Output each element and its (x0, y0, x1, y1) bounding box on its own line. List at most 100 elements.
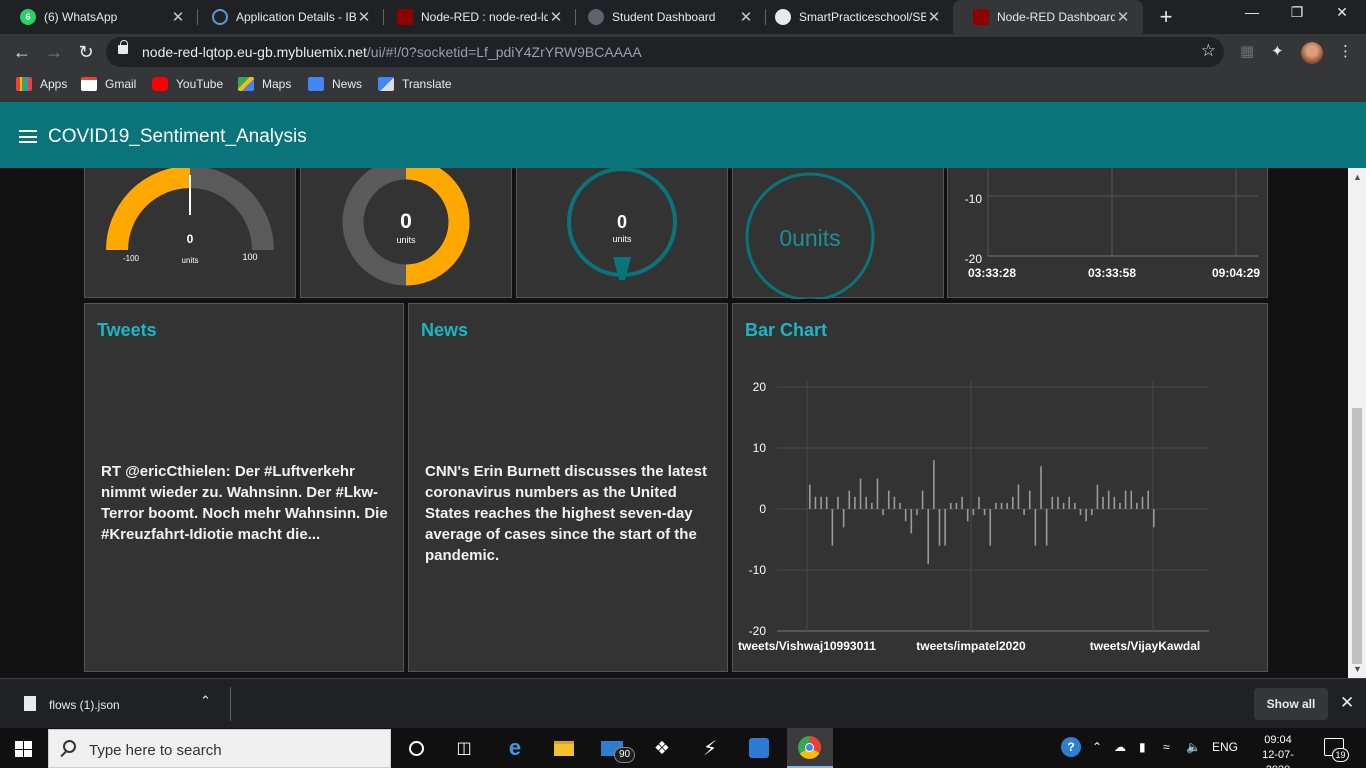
volume-icon[interactable]: 🔈 (1186, 740, 1201, 754)
chevron-up-icon[interactable]: ⌃ (200, 693, 211, 709)
bookmark-translate[interactable]: Translate (378, 77, 452, 91)
bar[interactable] (865, 496, 867, 509)
back-arrow-icon[interactable]: ← (10, 40, 34, 64)
bookmark-star-icon[interactable]: ☆ (1201, 41, 1216, 61)
extension-icon[interactable]: ▦ (1240, 42, 1254, 60)
chevron-up-icon[interactable]: ⌃ (1092, 740, 1102, 754)
bar[interactable] (1090, 509, 1093, 516)
windows-start-icon[interactable] (15, 741, 32, 757)
cortana-icon[interactable] (404, 736, 428, 760)
battery-icon[interactable]: ▮ (1139, 740, 1146, 754)
cloud-icon[interactable]: ☁ (1114, 740, 1126, 754)
bar[interactable] (1034, 509, 1037, 546)
bar[interactable] (854, 496, 856, 509)
bar[interactable] (1045, 509, 1048, 546)
wifi-icon[interactable]: ≈ (1163, 740, 1170, 754)
bar[interactable] (944, 509, 946, 546)
bar[interactable] (1023, 509, 1025, 516)
close-tab-icon[interactable]: ✕ (926, 8, 942, 26)
forward-arrow-icon[interactable]: → (42, 40, 66, 64)
close-tab-icon[interactable]: ✕ (738, 8, 754, 26)
tab-whatsapp[interactable]: 6 (6) WhatsApp ✕ (0, 0, 198, 34)
restore-icon[interactable]: ❐ (1282, 4, 1312, 21)
tab-github[interactable]: SmartPracticeschool/SB ✕ (755, 0, 954, 34)
bar[interactable] (916, 509, 918, 516)
bar[interactable] (820, 496, 822, 509)
bar[interactable] (1012, 496, 1014, 509)
bar[interactable] (876, 478, 879, 510)
bar[interactable] (848, 490, 851, 509)
bar[interactable] (887, 490, 890, 509)
bar[interactable] (978, 496, 980, 509)
bar[interactable] (1000, 502, 1003, 509)
close-download-bar-icon[interactable]: ✕ (1340, 693, 1354, 713)
help-icon[interactable]: ? (1061, 737, 1081, 757)
download-filename[interactable]: flows (1).json (49, 698, 120, 712)
bar[interactable] (871, 502, 873, 509)
profile-avatar[interactable] (1301, 42, 1323, 64)
bar[interactable] (1147, 490, 1149, 509)
bar[interactable] (1085, 509, 1087, 522)
bar[interactable] (904, 509, 907, 522)
close-tab-icon[interactable]: ✕ (170, 8, 186, 26)
dropbox-icon[interactable]: ❖ (650, 736, 674, 760)
puzzle-extensions-icon[interactable]: ✦ (1271, 42, 1284, 60)
bar[interactable] (837, 496, 839, 509)
bookmark-apps[interactable]: Apps (16, 77, 67, 91)
close-tab-icon[interactable]: ✕ (1115, 8, 1131, 26)
app-pin-icon[interactable]: ⚡ (698, 736, 722, 760)
bar[interactable] (949, 502, 952, 509)
hamburger-menu-icon[interactable] (19, 130, 37, 143)
bar[interactable] (814, 496, 817, 509)
bar[interactable] (933, 460, 935, 509)
bar[interactable] (1062, 502, 1065, 509)
bar[interactable] (1153, 509, 1155, 528)
bar[interactable] (955, 502, 958, 509)
bar[interactable] (1006, 502, 1008, 509)
edge-browser-icon[interactable]: e (503, 735, 527, 760)
new-tab-button[interactable]: + (1154, 4, 1178, 30)
file-explorer-icon[interactable] (552, 736, 576, 760)
bar[interactable] (983, 509, 986, 516)
bar[interactable] (893, 496, 896, 509)
scrollbar-thumb[interactable] (1352, 408, 1362, 664)
bar[interactable] (1079, 509, 1082, 516)
address-bar[interactable]: node-red-lqtop.eu-gb.mybluemix.net/ui/#!… (106, 37, 1224, 67)
bar[interactable] (1113, 496, 1116, 509)
bar[interactable] (989, 509, 992, 546)
bar[interactable] (966, 509, 969, 522)
bar[interactable] (1124, 490, 1127, 509)
bar[interactable] (938, 509, 941, 546)
scroll-down-arrow-icon[interactable]: ▼ (1353, 664, 1362, 674)
bar[interactable] (1096, 484, 1099, 509)
minimize-icon[interactable]: — (1237, 4, 1267, 20)
bar[interactable] (972, 509, 975, 516)
tab-node-red-editor[interactable]: Node-RED : node-red-lqtop ✕ (377, 0, 576, 34)
bar[interactable] (831, 509, 834, 546)
chrome-taskbar-button[interactable] (787, 728, 833, 768)
bar[interactable] (1130, 490, 1133, 509)
tab-student-dashboard[interactable]: Student Dashboard ✕ (568, 0, 766, 34)
bar[interactable] (882, 509, 884, 516)
bar[interactable] (1141, 496, 1144, 509)
bar[interactable] (1074, 502, 1076, 509)
bar[interactable] (1136, 502, 1138, 509)
tab-node-red-dashboard[interactable]: Node-RED Dashboard ✕ (953, 0, 1143, 34)
bar[interactable] (825, 496, 828, 509)
close-tab-icon[interactable]: ✕ (356, 8, 372, 26)
bookmark-maps[interactable]: Maps (238, 77, 291, 91)
bar[interactable] (927, 509, 930, 564)
scroll-up-arrow-icon[interactable]: ▲ (1353, 172, 1362, 182)
bar[interactable] (995, 502, 997, 509)
bookmark-news[interactable]: News (308, 77, 362, 91)
taskbar-search-input[interactable]: Type here to search (48, 729, 391, 768)
clock[interactable]: 09:04 12-07-2020 (1252, 733, 1304, 768)
bar[interactable] (859, 478, 862, 510)
bookmark-gmail[interactable]: Gmail (81, 77, 136, 91)
wps-office-icon[interactable] (747, 736, 771, 760)
bar[interactable] (1119, 502, 1121, 509)
bar[interactable] (1028, 490, 1031, 509)
close-tab-icon[interactable]: ✕ (548, 8, 564, 26)
bookmark-youtube[interactable]: YouTube (152, 77, 223, 91)
bar[interactable] (1057, 496, 1059, 509)
